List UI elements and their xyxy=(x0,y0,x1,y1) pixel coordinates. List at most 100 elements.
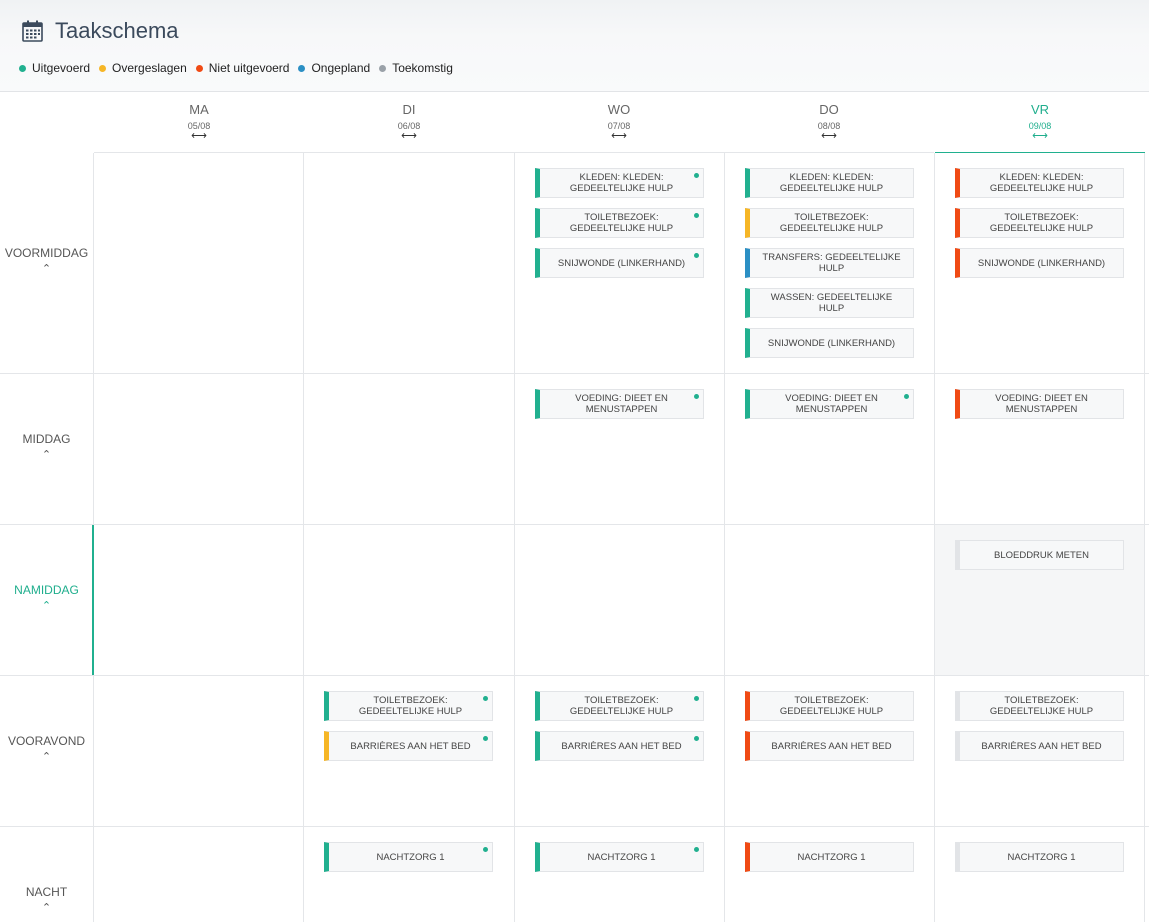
day-name: DO xyxy=(819,102,839,117)
status-legend: Uitgevoerd Overgeslagen Niet uitgevoerd … xyxy=(19,61,462,75)
day-name: DI xyxy=(402,102,416,117)
legend-item-overgeslagen: Overgeslagen xyxy=(99,61,187,75)
task-card[interactable]: TRANSFERS: GEDEELTELIJKE HULP xyxy=(745,248,914,278)
period-label: NACHT xyxy=(25,885,68,899)
grid-divider xyxy=(1144,153,1145,922)
completed-dot-icon xyxy=(483,696,488,701)
completed-dot-icon xyxy=(694,213,699,218)
expand-arrows-icon[interactable]: ⟷ xyxy=(514,131,724,142)
task-card[interactable]: BARRIÈRES AAN HET BED xyxy=(324,731,493,761)
task-label: BARRIÈRES AAN HET BED xyxy=(561,740,682,752)
task-card[interactable]: NACHTZORG 1 xyxy=(324,842,493,872)
task-label: TOILETBEZOEK: GEDEELTELIJKE HULP xyxy=(989,212,1094,234)
task-label: BARRIÈRES AAN HET BED xyxy=(350,740,471,752)
task-card[interactable]: TOILETBEZOEK: GEDEELTELIJKE HULP xyxy=(745,208,914,238)
task-card[interactable]: KLEDEN: KLEDEN: GEDEELTELIJKE HULP xyxy=(955,168,1124,198)
task-label: KLEDEN: KLEDEN: GEDEELTELIJKE HULP xyxy=(779,172,884,194)
status-dot-icon xyxy=(298,64,306,72)
period-label: VOORMIDDAG xyxy=(4,246,89,260)
grid-divider xyxy=(934,153,935,922)
task-label: TOILETBEZOEK: GEDEELTELIJKE HULP xyxy=(779,695,884,717)
task-card[interactable]: KLEDEN: KLEDEN: GEDEELTELIJKE HULP xyxy=(745,168,914,198)
grid-divider xyxy=(0,826,1149,827)
task-card[interactable]: TOILETBEZOEK: GEDEELTELIJKE HULP xyxy=(955,691,1124,721)
task-label: TRANSFERS: GEDEELTELIJKE HULP xyxy=(762,252,901,274)
period-vooravond[interactable]: VOORAVOND ⌃ xyxy=(0,734,93,763)
task-card[interactable]: BLOEDDRUK METEN xyxy=(955,540,1124,570)
status-dot-icon xyxy=(379,64,387,72)
task-card[interactable]: TOILETBEZOEK: GEDEELTELIJKE HULP xyxy=(955,208,1124,238)
day-header-wo[interactable]: WO 07/08 ⟷ xyxy=(514,92,724,153)
status-dot-icon xyxy=(195,64,203,72)
task-card[interactable]: SNIJWONDE (LINKERHAND) xyxy=(955,248,1124,278)
expand-arrows-icon[interactable]: ⟷ xyxy=(935,131,1145,142)
period-middag[interactable]: MIDDAG ⌃ xyxy=(0,432,93,461)
task-card[interactable]: VOEDING: DIEET EN MENUSTAPPEN xyxy=(955,389,1124,419)
task-card[interactable]: VOEDING: DIEET EN MENUSTAPPEN xyxy=(745,389,914,419)
task-card[interactable]: TOILETBEZOEK: GEDEELTELIJKE HULP xyxy=(535,691,704,721)
task-label: SNIJWONDE (LINKERHAND) xyxy=(557,257,686,269)
task-label: TOILETBEZOEK: GEDEELTELIJKE HULP xyxy=(779,212,884,234)
chevron-up-icon[interactable]: ⌃ xyxy=(0,903,93,914)
grid-divider xyxy=(303,153,304,922)
period-namiddag[interactable]: NAMIDDAG ⌃ xyxy=(0,583,93,612)
page-header: Taakschema Uitgevoerd Overgeslagen Niet … xyxy=(0,0,1149,92)
task-card[interactable]: WASSEN: GEDEELTELIJKE HULP xyxy=(745,288,914,318)
task-label: KLEDEN: KLEDEN: GEDEELTELIJKE HULP xyxy=(569,172,674,194)
task-label: KLEDEN: KLEDEN: GEDEELTELIJKE HULP xyxy=(989,172,1094,194)
expand-arrows-icon[interactable]: ⟷ xyxy=(304,131,514,142)
completed-dot-icon xyxy=(694,173,699,178)
period-nacht[interactable]: NACHT ⌃ xyxy=(0,885,93,914)
task-card[interactable]: TOILETBEZOEK: GEDEELTELIJKE HULP xyxy=(324,691,493,721)
period-label: MIDDAG xyxy=(22,432,71,446)
chevron-up-icon[interactable]: ⌃ xyxy=(0,450,93,461)
task-card[interactable]: SNIJWONDE (LINKERHAND) xyxy=(535,248,704,278)
completed-dot-icon xyxy=(694,253,699,258)
day-header-do[interactable]: DO 08/08 ⟷ xyxy=(724,92,934,153)
expand-arrows-icon[interactable]: ⟷ xyxy=(94,131,304,142)
day-header-di[interactable]: DI 06/08 ⟷ xyxy=(304,92,514,153)
status-dot-icon xyxy=(99,64,107,72)
task-label: NACHTZORG 1 xyxy=(1007,851,1076,863)
grid-divider xyxy=(0,675,1149,676)
chevron-up-icon[interactable]: ⌃ xyxy=(0,752,93,763)
legend-item-uitgevoerd: Uitgevoerd xyxy=(19,61,90,75)
task-card[interactable]: NACHTZORG 1 xyxy=(535,842,704,872)
task-label: NACHTZORG 1 xyxy=(587,851,656,863)
legend-label: Ongepland xyxy=(311,61,371,75)
task-label: TOILETBEZOEK: GEDEELTELIJKE HULP xyxy=(569,695,674,717)
task-label: TOILETBEZOEK: GEDEELTELIJKE HULP xyxy=(989,695,1094,717)
completed-dot-icon xyxy=(694,394,699,399)
task-card[interactable]: BARRIÈRES AAN HET BED xyxy=(745,731,914,761)
day-name: MA xyxy=(189,102,209,117)
chevron-up-icon[interactable]: ⌃ xyxy=(0,264,93,275)
task-card[interactable]: TOILETBEZOEK: GEDEELTELIJKE HULP xyxy=(745,691,914,721)
task-card[interactable]: BARRIÈRES AAN HET BED xyxy=(955,731,1124,761)
completed-dot-icon xyxy=(694,847,699,852)
calendar-icon xyxy=(22,20,43,42)
legend-label: Uitgevoerd xyxy=(32,61,91,75)
task-label: NACHTZORG 1 xyxy=(376,851,445,863)
task-card[interactable]: TOILETBEZOEK: GEDEELTELIJKE HULP xyxy=(535,208,704,238)
task-card[interactable]: NACHTZORG 1 xyxy=(955,842,1124,872)
period-voormiddag[interactable]: VOORMIDDAG ⌃ xyxy=(0,246,93,275)
task-card[interactable]: KLEDEN: KLEDEN: GEDEELTELIJKE HULP xyxy=(535,168,704,198)
chevron-up-icon[interactable]: ⌃ xyxy=(0,601,93,612)
task-label: BLOEDDRUK METEN xyxy=(993,549,1089,561)
completed-dot-icon xyxy=(483,847,488,852)
day-header-vr[interactable]: VR 09/08 ⟷ xyxy=(935,92,1145,153)
completed-dot-icon xyxy=(483,736,488,741)
task-card[interactable]: BARRIÈRES AAN HET BED xyxy=(535,731,704,761)
task-card[interactable]: NACHTZORG 1 xyxy=(745,842,914,872)
task-label: TOILETBEZOEK: GEDEELTELIJKE HULP xyxy=(569,212,674,234)
task-label: SNIJWONDE (LINKERHAND) xyxy=(767,337,896,349)
day-name: WO xyxy=(607,102,631,117)
task-card[interactable]: SNIJWONDE (LINKERHAND) xyxy=(745,328,914,358)
task-card[interactable]: VOEDING: DIEET EN MENUSTAPPEN xyxy=(535,389,704,419)
active-period-indicator xyxy=(92,525,94,675)
task-label: SNIJWONDE (LINKERHAND) xyxy=(977,257,1106,269)
legend-label: Overgeslagen xyxy=(112,61,187,75)
expand-arrows-icon[interactable]: ⟷ xyxy=(724,131,934,142)
day-header-ma[interactable]: MA 05/08 ⟷ xyxy=(94,92,304,153)
task-label: VOEDING: DIEET EN MENUSTAPPEN xyxy=(995,393,1088,415)
